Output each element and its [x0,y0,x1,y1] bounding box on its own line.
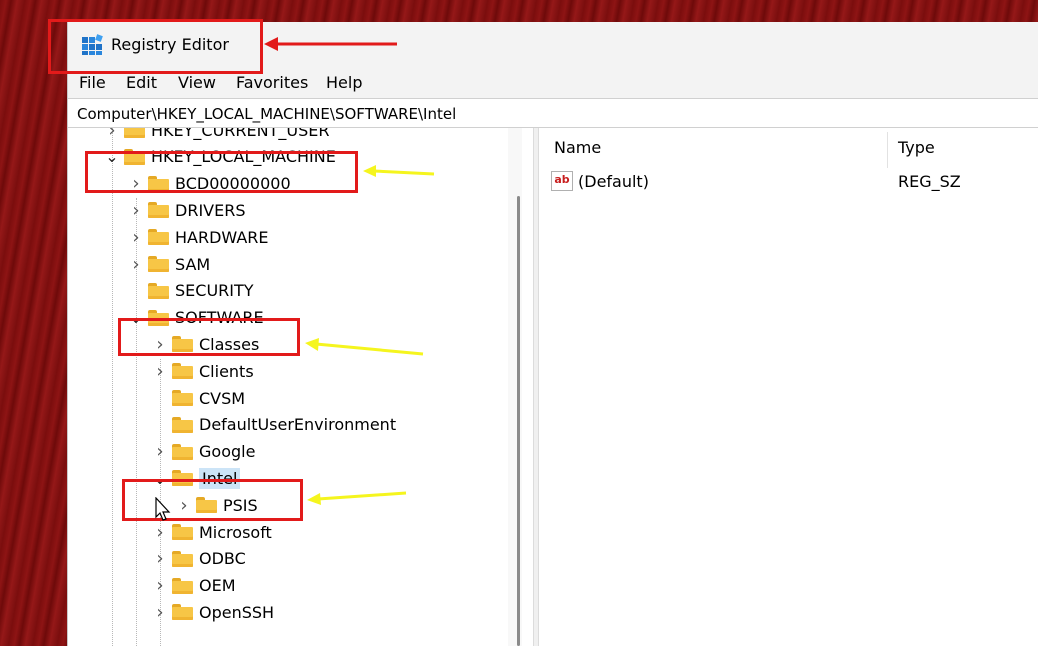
menu-favorites[interactable]: Favorites [236,73,308,92]
values-pane[interactable]: Name Type ab (Default) REG_SZ [540,128,1038,646]
annotation-box-software [118,318,300,356]
tree-node[interactable]: › HKEY_CURRENT_USER [104,128,329,143]
folder-icon [172,524,193,540]
menu-help[interactable]: Help [326,73,362,92]
folder-icon [172,416,193,433]
folder-icon [172,577,193,594]
tree-node-label: CVSM [199,388,246,408]
tree-node[interactable]: › ODBC [152,546,246,572]
pane-splitter[interactable] [533,128,539,646]
tree-node-label: SAM [175,254,211,274]
tree-node-label: DefaultUserEnvironment [199,415,397,435]
column-separator[interactable] [887,132,888,168]
key-tree[interactable]: › HKEY_CURRENT_USER ⌄ HKEY_LOCAL_MACHINE › BC… [68,128,531,646]
tree-node-label: SECURITY [175,281,254,301]
tree-node-label: Google [199,442,256,462]
menu-edit[interactable]: Edit [126,73,157,92]
annotation-box-hklm [85,151,358,193]
chevron-right-icon[interactable]: › [152,546,168,572]
tree-guide-line [112,128,114,646]
value-name[interactable]: (Default) [578,172,649,191]
folder-icon [172,550,193,567]
chevron-right-icon[interactable]: › [152,358,168,384]
tree-node-label: Clients [199,361,254,381]
tree-node-label: DRIVERS [175,200,246,220]
annotation-box-title [48,19,263,74]
tree-node-label: OEM [199,576,236,596]
tree-node[interactable]: › OEM [152,573,236,599]
menu-file[interactable]: File [79,73,106,92]
folder-icon [172,443,193,460]
tree-node[interactable]: ›DefaultUserEnvironment [152,412,396,438]
tree-node-label: HARDWARE [175,227,269,247]
folder-icon [172,363,193,380]
folder-icon [172,604,193,621]
tree-node[interactable]: › OpenSSH [152,599,274,625]
folder-icon [148,202,169,219]
string-value-icon: ab [551,171,573,191]
annotation-arrow-hklm [363,165,435,177]
chevron-right-icon[interactable]: › [152,573,168,599]
menu-view[interactable]: View [178,73,216,92]
tree-node-label: ODBC [199,549,246,569]
chevron-right-icon[interactable]: › [128,251,144,277]
tree-node[interactable]: › SAM [128,251,210,277]
chevron-right-icon[interactable]: › [104,128,120,143]
tree-node[interactable]: › Google [152,439,255,465]
address-path[interactable]: Computer\HKEY_LOCAL_MACHINE\SOFTWARE\Int… [77,105,456,123]
annotation-arrow-software [305,338,424,356]
annotation-box-intel [122,479,303,521]
tree-node-label: Microsoft [199,522,272,542]
tree-node[interactable]: › DRIVERS [128,197,245,223]
chevron-right-icon[interactable]: › [152,439,168,465]
tree-node-label: OpenSSH [199,602,275,622]
tree-node[interactable]: › HARDWARE [128,224,269,250]
folder-icon [148,256,169,272]
chevron-right-icon[interactable]: › [128,197,144,223]
tree-node[interactable]: › Clients [152,358,254,384]
value-type: REG_SZ [898,172,961,191]
folder-icon [172,390,193,406]
chevron-right-icon[interactable]: › [128,224,144,250]
annotation-arrow-intel [307,491,407,505]
tree-node-label: HKEY_CURRENT_USER [151,128,330,140]
tree-scrollbar-thumb[interactable] [517,196,520,646]
annotation-arrow-title [264,37,397,51]
address-bar[interactable]: Computer\HKEY_LOCAL_MACHINE\SOFTWARE\Int… [68,98,1038,128]
column-header-type[interactable]: Type [898,138,935,157]
column-header-name[interactable]: Name [554,138,601,157]
folder-icon [148,282,169,299]
chevron-right-icon[interactable]: › [152,599,168,625]
tree-node[interactable]: ›SECURITY [128,278,254,304]
tree-node[interactable]: ›CVSM [152,385,245,411]
folder-icon [124,128,145,138]
folder-icon [148,229,169,246]
mouse-cursor-icon [155,497,171,521]
